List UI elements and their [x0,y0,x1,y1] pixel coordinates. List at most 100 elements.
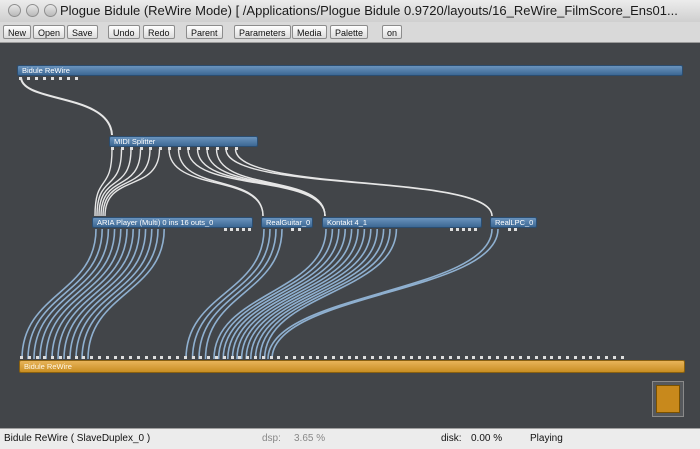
port[interactable] [187,147,190,150]
port[interactable] [160,356,164,359]
port[interactable] [242,228,245,231]
parent-button[interactable]: Parent [186,25,223,39]
port[interactable] [130,147,133,150]
zoom-button[interactable] [44,4,57,17]
port[interactable] [355,356,359,359]
port[interactable] [215,356,218,359]
port[interactable] [90,356,94,359]
port[interactable] [566,356,569,359]
port[interactable] [74,356,78,359]
port[interactable] [298,228,301,231]
port[interactable] [183,356,187,359]
port[interactable] [246,356,250,359]
port[interactable] [43,356,47,359]
patch-canvas[interactable]: Bidule ReWire MIDI Splitter ARIA Player … [0,43,700,428]
new-button[interactable]: New [3,25,32,39]
port[interactable] [269,356,273,359]
port[interactable] [394,356,398,359]
port[interactable] [120,147,124,150]
port[interactable] [129,356,133,359]
minimize-button[interactable] [26,4,39,17]
port[interactable] [474,228,477,231]
port[interactable] [332,356,335,359]
port[interactable] [558,356,562,359]
port[interactable] [176,356,179,359]
port[interactable] [462,228,465,231]
port[interactable] [20,356,23,359]
reallpc-node[interactable]: RealLPC_0 [490,217,537,228]
port[interactable] [371,356,374,359]
port[interactable] [113,356,117,359]
port[interactable] [495,356,499,359]
port[interactable] [468,228,471,231]
port[interactable] [177,147,181,150]
port[interactable] [206,147,209,150]
port[interactable] [464,356,468,359]
midi-splitter-node[interactable]: MIDI Splitter [109,136,258,147]
port[interactable] [139,147,143,150]
port[interactable] [111,147,114,150]
port[interactable] [527,356,530,359]
realguitar-node[interactable]: RealGuitar_0 [261,217,313,228]
port[interactable] [433,356,437,359]
port[interactable] [417,356,421,359]
port[interactable] [19,77,22,80]
parameters-button[interactable]: Parameters [234,25,291,39]
port[interactable] [152,356,156,359]
port[interactable] [254,356,257,359]
port[interactable] [511,356,515,359]
port[interactable] [550,356,554,359]
port[interactable] [98,356,101,359]
port[interactable] [168,356,172,359]
port[interactable] [236,228,239,231]
port[interactable] [43,77,46,80]
port[interactable] [225,147,228,150]
port[interactable] [222,356,226,359]
port[interactable] [66,356,70,359]
port[interactable] [472,356,476,359]
port[interactable] [191,356,195,359]
port[interactable] [158,147,162,150]
port[interactable] [589,356,593,359]
aria-player-node[interactable]: ARIA Player (Multi) 0 ins 16 outs_0 [92,217,253,228]
on-toggle[interactable]: on [382,25,403,39]
port[interactable] [121,356,125,359]
port[interactable] [488,356,491,359]
port[interactable] [402,356,406,359]
rewire-input-node[interactable]: Bidule ReWire [17,65,683,76]
port[interactable] [581,356,585,359]
port[interactable] [168,147,171,150]
port[interactable] [450,228,453,231]
close-button[interactable] [8,4,21,17]
port[interactable] [612,356,616,359]
port[interactable] [534,356,538,359]
port[interactable] [149,147,152,150]
port[interactable] [137,356,140,359]
port[interactable] [410,356,413,359]
canvas-minimap[interactable] [652,381,684,417]
kontakt-node[interactable]: Kontakt 4_1 [322,217,482,228]
port[interactable] [514,228,517,231]
minimap-viewport[interactable] [656,385,680,413]
port[interactable] [339,356,343,359]
port[interactable] [542,356,546,359]
port[interactable] [316,356,320,359]
port[interactable] [449,356,452,359]
port[interactable] [508,228,511,231]
port[interactable] [238,356,242,359]
port[interactable] [27,77,30,80]
port[interactable] [75,77,78,80]
port[interactable] [300,356,304,359]
port[interactable] [215,147,219,150]
port[interactable] [82,356,86,359]
palette-button[interactable]: Palette [330,25,369,39]
media-button[interactable]: Media [292,25,327,39]
port[interactable] [35,356,39,359]
port[interactable] [59,77,62,80]
port[interactable] [605,356,608,359]
rewire-output-node[interactable]: Bidule ReWire [19,360,685,373]
port[interactable] [27,356,31,359]
port[interactable] [234,147,238,150]
port[interactable] [425,356,429,359]
undo-button[interactable]: Undo [108,25,140,39]
